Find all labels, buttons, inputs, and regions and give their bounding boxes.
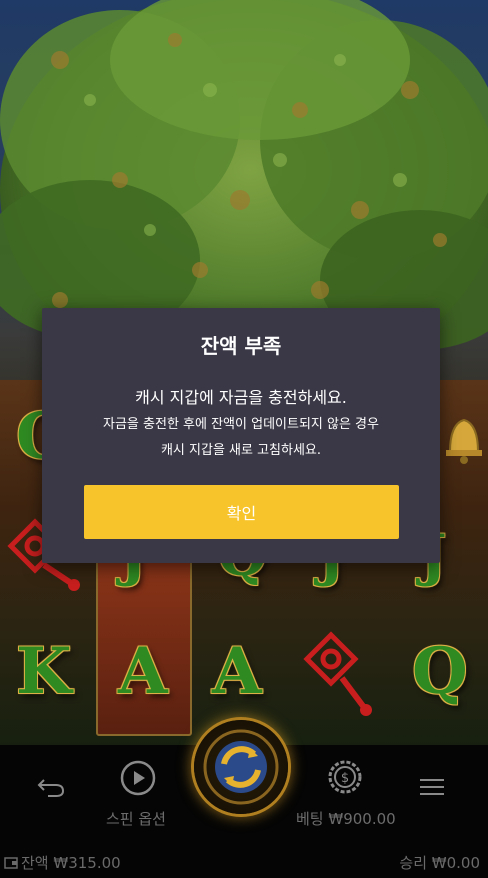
reel-symbol-q: Q bbox=[412, 634, 468, 709]
spin-icon bbox=[203, 729, 279, 805]
bet-label: 베팅 ₩900.00 bbox=[296, 810, 396, 828]
dialog-sub-message: 캐시 지갑을 새로 고침하세요. bbox=[160, 443, 322, 458]
bet-button[interactable]: $ bbox=[326, 758, 364, 796]
coin-icon: $ bbox=[328, 760, 362, 794]
bell-icon bbox=[446, 418, 482, 464]
back-button[interactable] bbox=[34, 774, 68, 800]
menu-icon bbox=[420, 779, 444, 795]
svg-text:$: $ bbox=[341, 771, 349, 786]
reel-symbol-a: A bbox=[212, 634, 262, 709]
back-icon bbox=[37, 779, 65, 797]
reel-symbol-a: A bbox=[118, 634, 168, 709]
wallet-icon bbox=[4, 856, 18, 869]
chinese-knot-icon bbox=[303, 631, 372, 716]
spin-button[interactable] bbox=[194, 720, 288, 814]
menu-button[interactable] bbox=[418, 776, 446, 798]
spin-options-label: 스핀 옵션 bbox=[106, 810, 166, 828]
insufficient-balance-dialog: 잔액 부족 캐시 지갑에 자금을 충전하세요. 자금을 충전한 후에 잔액이 업… bbox=[42, 308, 440, 563]
confirm-button[interactable]: 확인 bbox=[84, 485, 399, 539]
dialog-sub-message: 자금을 충전한 후에 잔액이 업데이트되지 않은 경우 bbox=[103, 417, 379, 432]
balance-display: 잔액 ₩315.00 bbox=[4, 852, 121, 873]
balance-label: 잔액 ₩315.00 bbox=[21, 854, 121, 872]
dialog-title: 잔액 부족 bbox=[200, 334, 282, 358]
play-icon bbox=[120, 760, 156, 796]
win-label: 승리 ₩0.00 bbox=[399, 854, 480, 872]
spin-options-button[interactable] bbox=[118, 758, 158, 798]
reel-symbol-k: K bbox=[16, 634, 72, 709]
dialog-message: 캐시 지갑에 자금을 충전하세요. bbox=[135, 388, 347, 407]
